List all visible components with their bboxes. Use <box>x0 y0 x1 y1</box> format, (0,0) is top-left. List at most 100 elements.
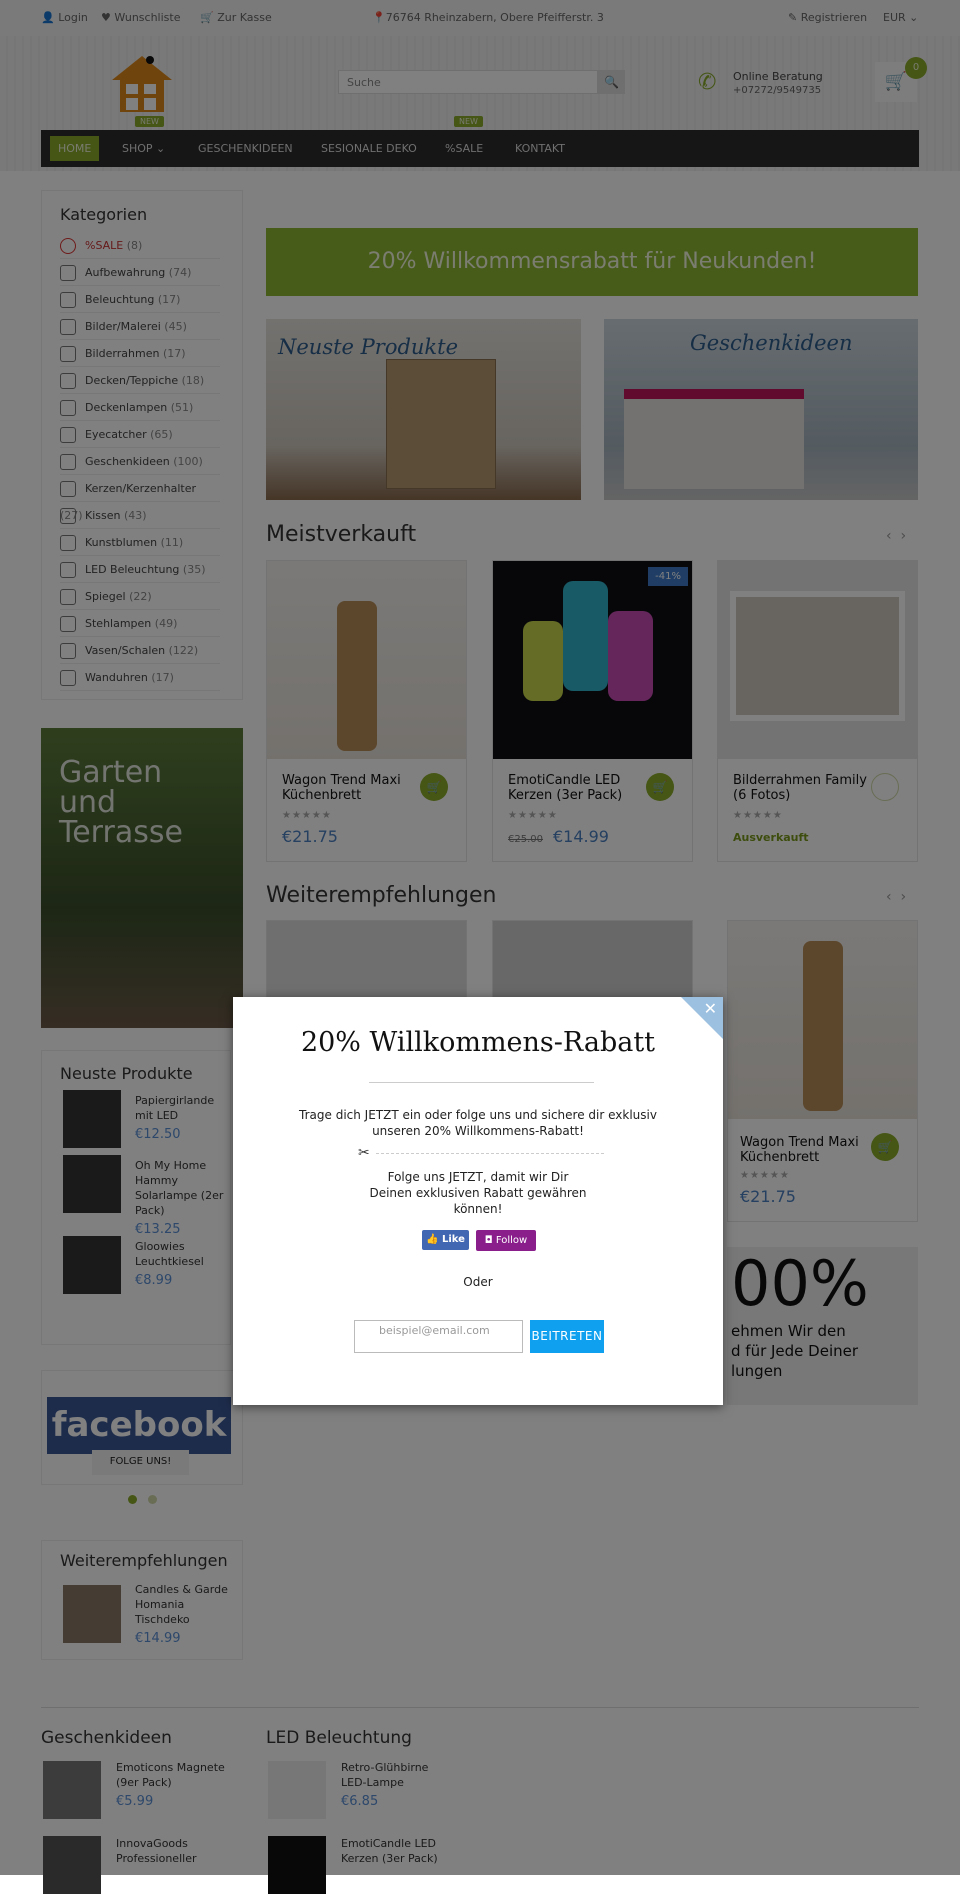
category-item[interactable]: Spiegel (22) <box>60 583 220 610</box>
category-item[interactable]: Aufbewahrung (74) <box>60 259 220 286</box>
product-thumb[interactable] <box>268 1761 326 1819</box>
currency-select[interactable]: EUR ⌄ <box>883 11 918 24</box>
add-to-cart-button[interactable]: 🛒 <box>420 773 448 801</box>
search-button[interactable]: 🔍 <box>598 70 625 94</box>
category-item[interactable]: Deckenlampen (51) <box>60 394 220 421</box>
carousel-dot-active[interactable] <box>128 1495 137 1504</box>
list-item[interactable]: Papiergirlande mit LED €12.50 <box>135 1093 230 1142</box>
register-link[interactable]: ✎ Registrieren <box>788 11 867 24</box>
product-name[interactable]: Wagon Trend Maxi Küchenbrett <box>282 773 422 803</box>
category-item[interactable]: Beleuchtung (17) <box>60 286 220 313</box>
product-card[interactable]: Bilderrahmen Family (6 Fotos) ★★★★★ Ausv… <box>717 560 918 862</box>
category-label: Deckenlampen <box>85 401 168 414</box>
login-link[interactable]: 👤 Login <box>41 11 88 24</box>
category-item[interactable]: Bilder/Malerei (45) <box>60 313 220 340</box>
or-label: Oder <box>463 1275 493 1289</box>
wishlist-link[interactable]: ♥ Wunschliste <box>101 11 180 24</box>
product-thumb[interactable] <box>63 1090 121 1148</box>
product-thumb[interactable] <box>268 1836 326 1894</box>
new-badge: NEW <box>454 116 483 127</box>
category-count: (74) <box>168 266 192 279</box>
category-icon <box>60 319 76 335</box>
cart-count-badge: 0 <box>905 57 927 79</box>
welcome-discount-banner[interactable]: 20% Willkommensrabatt für Neukunden! <box>266 228 918 296</box>
garden-banner[interactable]: Garten und Terrasse <box>41 728 243 1028</box>
list-item[interactable]: InnovaGoods Professioneller <box>116 1836 226 1866</box>
logo[interactable] <box>108 52 176 114</box>
category-item[interactable]: Wanduhren (17) <box>60 664 220 691</box>
add-to-cart-button[interactable]: 🛒 <box>646 773 674 801</box>
close-icon[interactable]: ✕ <box>704 999 717 1018</box>
product-thumb[interactable] <box>63 1236 121 1294</box>
add-to-cart-button[interactable]: 🛒 <box>871 1133 899 1161</box>
category-label: Beleuchtung <box>85 293 155 306</box>
product-card[interactable]: Wagon Trend Maxi Küchenbrett 🛒 ★★★★★ €21… <box>727 920 918 1222</box>
new-badge: NEW <box>135 116 164 127</box>
sold-out-label: Ausverkauft <box>733 831 809 844</box>
product-thumb[interactable] <box>63 1585 121 1643</box>
email-input[interactable]: beispiel@email.com <box>354 1320 523 1353</box>
cut-line <box>376 1153 604 1154</box>
rating-stars: ★★★★★ <box>508 810 558 821</box>
product-thumb[interactable] <box>43 1761 101 1819</box>
list-item[interactable]: Candles & Garde Homania Tischdeko €14.99 <box>135 1582 235 1646</box>
category-count: (65) <box>150 428 173 441</box>
nav-geschenkideen[interactable]: GESCHENKIDEEN <box>198 130 293 167</box>
category-icon <box>60 616 76 632</box>
nav-kontakt[interactable]: KONTAKT <box>515 130 565 167</box>
product-thumb[interactable] <box>43 1836 101 1894</box>
promo-newest-products[interactable]: Neuste Produkte <box>266 319 581 500</box>
carousel-prev-next[interactable]: ‹ › <box>886 528 906 544</box>
product-name[interactable]: Bilderrahmen Family (6 Fotos) <box>733 773 873 803</box>
promo-gift-ideas[interactable]: Geschenkideen <box>604 319 918 500</box>
nav-sale[interactable]: %SALE <box>445 130 483 167</box>
shipping-promo[interactable]: 00% ehmen Wir den d für Jede Deiner lung… <box>727 1247 918 1405</box>
nav-home[interactable]: HOME <box>50 136 100 161</box>
product-card[interactable]: Wagon Trend Maxi Küchenbrett 🛒 ★★★★★ €21… <box>266 560 467 862</box>
modal-intro-text: Trage dich JETZT ein oder folge uns und … <box>299 1108 657 1138</box>
category-item[interactable]: Bilderrahmen (17) <box>60 340 220 367</box>
product-name[interactable]: EmotiCandle LED Kerzen (3er Pack) <box>508 773 648 803</box>
rating-stars: ★★★★★ <box>733 810 783 821</box>
category-item[interactable]: Kerzen/Kerzenhalter (27) <box>60 475 220 522</box>
category-item[interactable]: Geschenkideen (100) <box>60 448 220 475</box>
list-item[interactable]: Oh My Home Hammy Solarlampe (2er Pack) €1… <box>135 1158 230 1237</box>
category-item[interactable]: %SALE (8) <box>60 232 220 259</box>
search-input[interactable]: Suche <box>338 70 598 94</box>
carousel-dot[interactable] <box>148 1495 157 1504</box>
category-item[interactable]: LED Beleuchtung (35) <box>60 556 220 583</box>
category-item[interactable]: Kunstblumen (11) <box>60 529 220 556</box>
category-icon <box>60 346 76 362</box>
category-item[interactable]: Eyecatcher (65) <box>60 421 220 448</box>
divider <box>369 1082 594 1083</box>
list-item[interactable]: Emoticons Magnete (9er Pack) €5.99 <box>116 1760 226 1809</box>
category-icon <box>60 589 76 605</box>
category-item[interactable]: Vasen/Schalen (122) <box>60 637 220 664</box>
product-name[interactable]: Wagon Trend Maxi Küchenbrett <box>740 1135 880 1165</box>
category-item[interactable]: Stehlampen (49) <box>60 610 220 637</box>
category-icon <box>60 265 76 281</box>
facebook-follow-button[interactable]: FOLGE UNS! <box>92 1450 189 1475</box>
carousel-prev-next[interactable]: ‹ › <box>886 889 906 905</box>
nav-sesionale-deko[interactable]: SESIONALE DEKO <box>321 130 417 167</box>
rating-stars: ★★★★★ <box>740 1170 790 1181</box>
instagram-follow-button[interactable]: ◘ Follow <box>476 1230 536 1251</box>
list-item[interactable]: Retro-Glühbirne LED-Lampe €6.85 <box>341 1760 451 1809</box>
facebook-like-button[interactable]: 👍 Like <box>422 1230 469 1250</box>
category-icon <box>60 373 76 389</box>
checkout-link[interactable]: 🛒 Zur Kasse <box>200 11 272 24</box>
category-count: (45) <box>164 320 187 333</box>
category-item[interactable]: Kissen (43) <box>60 502 220 529</box>
product-thumb[interactable] <box>63 1155 121 1213</box>
category-label: %SALE <box>85 239 124 252</box>
join-button[interactable]: BEITRETEN <box>530 1320 604 1353</box>
list-item[interactable]: EmotiCandle LED Kerzen (3er Pack) <box>341 1836 451 1866</box>
product-card[interactable]: -41% EmotiCandle LED Kerzen (3er Pack) 🛒… <box>492 560 693 862</box>
nav-shop[interactable]: SHOP ⌄ <box>122 130 165 167</box>
category-item[interactable]: Decken/Teppiche (18) <box>60 367 220 394</box>
category-label: LED Beleuchtung <box>85 563 180 576</box>
category-icon <box>60 238 76 254</box>
list-item[interactable]: Gloowies Leuchtkiesel €8.99 <box>135 1239 230 1288</box>
facebook-banner[interactable]: facebook <box>47 1397 231 1454</box>
wishlist-button[interactable] <box>871 773 899 801</box>
